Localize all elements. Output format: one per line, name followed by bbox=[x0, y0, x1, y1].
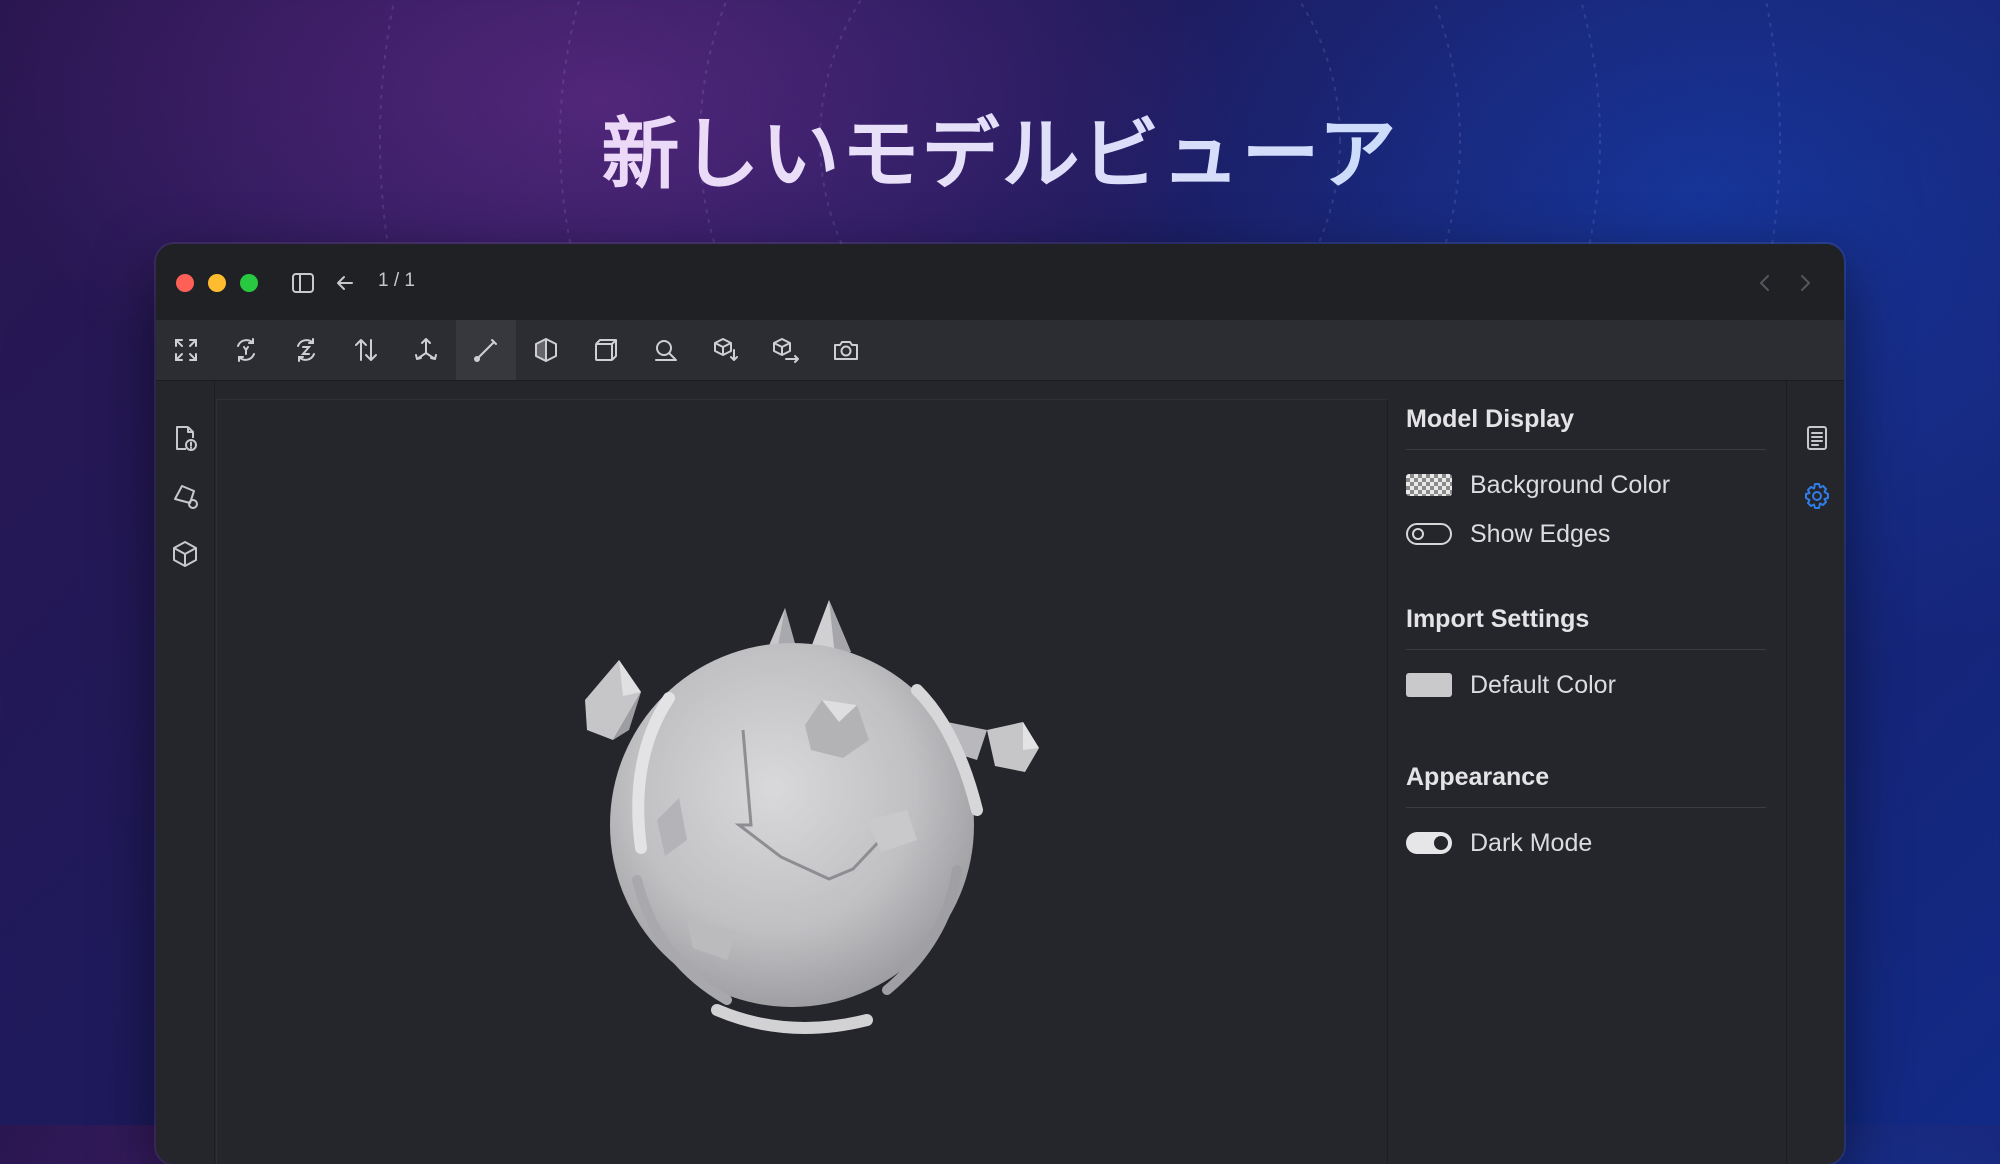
left-sidebar bbox=[156, 381, 215, 1164]
background-color-swatch[interactable] bbox=[1406, 474, 1452, 496]
measure-line-icon bbox=[474, 339, 497, 362]
show-edges-row[interactable]: Show Edges bbox=[1406, 516, 1610, 552]
file-info-icon[interactable] bbox=[170, 423, 200, 453]
dark-mode-row[interactable]: Dark Mode bbox=[1406, 825, 1592, 861]
right-sidebar bbox=[1786, 381, 1844, 1164]
title-bar: 1 / 1 bbox=[156, 244, 1844, 320]
measure-line-button[interactable] bbox=[456, 320, 516, 380]
background-color-row[interactable]: Background Color bbox=[1406, 467, 1670, 503]
close-window-button[interactable] bbox=[176, 274, 194, 292]
show-edges-toggle[interactable] bbox=[1406, 523, 1452, 545]
axis-button[interactable] bbox=[396, 320, 456, 380]
rotate-z-icon bbox=[297, 338, 315, 362]
appearance-title: Appearance bbox=[1406, 763, 1550, 791]
fit-view-icon bbox=[175, 339, 197, 361]
section-divider bbox=[1406, 649, 1766, 650]
rotate-y-button[interactable] bbox=[216, 320, 276, 380]
import-settings-title: Import Settings bbox=[1406, 605, 1590, 633]
section-cut-button[interactable] bbox=[516, 320, 576, 380]
chevron-right-icon[interactable] bbox=[1792, 270, 1818, 296]
default-color-swatch[interactable] bbox=[1406, 673, 1452, 697]
axis-icon bbox=[415, 338, 437, 360]
zoom-window-button[interactable] bbox=[240, 274, 258, 292]
orthographic-icon bbox=[595, 339, 617, 361]
sidebar-toggle-icon[interactable] bbox=[290, 270, 316, 296]
minimize-window-button[interactable] bbox=[208, 274, 226, 292]
drop-model-icon bbox=[714, 338, 738, 361]
back-arrow-icon[interactable] bbox=[332, 270, 358, 296]
section-divider bbox=[1406, 807, 1766, 808]
headline: 新しいモデルビューア bbox=[0, 92, 2000, 204]
rotate-y-icon bbox=[237, 338, 255, 362]
settings-gear-icon[interactable] bbox=[1802, 481, 1832, 511]
dark-mode-toggle[interactable] bbox=[1406, 832, 1452, 854]
toolbar bbox=[156, 320, 1844, 381]
dark-mode-label: Dark Mode bbox=[1470, 828, 1593, 857]
section-divider bbox=[1406, 449, 1766, 450]
page-counter: 1 / 1 bbox=[378, 270, 415, 291]
rotate-z-button[interactable] bbox=[276, 320, 336, 380]
section-cut-icon bbox=[535, 338, 557, 362]
camera-icon bbox=[834, 341, 858, 360]
shapes-icon[interactable] bbox=[170, 481, 200, 511]
app-window: 1 / 1 Model Display Background Color Sho… bbox=[156, 244, 1844, 1164]
flip-vertical-button[interactable] bbox=[336, 320, 396, 380]
default-color-label: Default Color bbox=[1470, 670, 1616, 699]
settings-panel: Model Display Background Color Show Edge… bbox=[1388, 381, 1786, 1164]
zoom-region-button[interactable] bbox=[636, 320, 696, 380]
chevron-left-icon[interactable] bbox=[1752, 270, 1778, 296]
screenshot-button[interactable] bbox=[816, 320, 876, 380]
document-list-icon[interactable] bbox=[1802, 423, 1832, 453]
drop-model-button[interactable] bbox=[696, 320, 756, 380]
fit-view-button[interactable] bbox=[156, 320, 216, 380]
toggle-knob bbox=[1434, 836, 1448, 850]
model-render bbox=[585, 600, 1039, 1034]
cube-icon[interactable] bbox=[170, 539, 200, 569]
show-edges-label: Show Edges bbox=[1470, 519, 1611, 548]
model-viewport[interactable] bbox=[216, 399, 1388, 1164]
orthographic-button[interactable] bbox=[576, 320, 636, 380]
background-color-label: Background Color bbox=[1470, 470, 1671, 499]
default-color-row[interactable]: Default Color bbox=[1406, 667, 1616, 703]
model-display-title: Model Display bbox=[1406, 405, 1575, 433]
move-model-icon bbox=[773, 338, 799, 363]
toggle-knob bbox=[1412, 528, 1424, 540]
flip-vertical-icon bbox=[355, 339, 377, 361]
move-model-button[interactable] bbox=[756, 320, 816, 380]
zoom-region-icon bbox=[655, 340, 677, 361]
